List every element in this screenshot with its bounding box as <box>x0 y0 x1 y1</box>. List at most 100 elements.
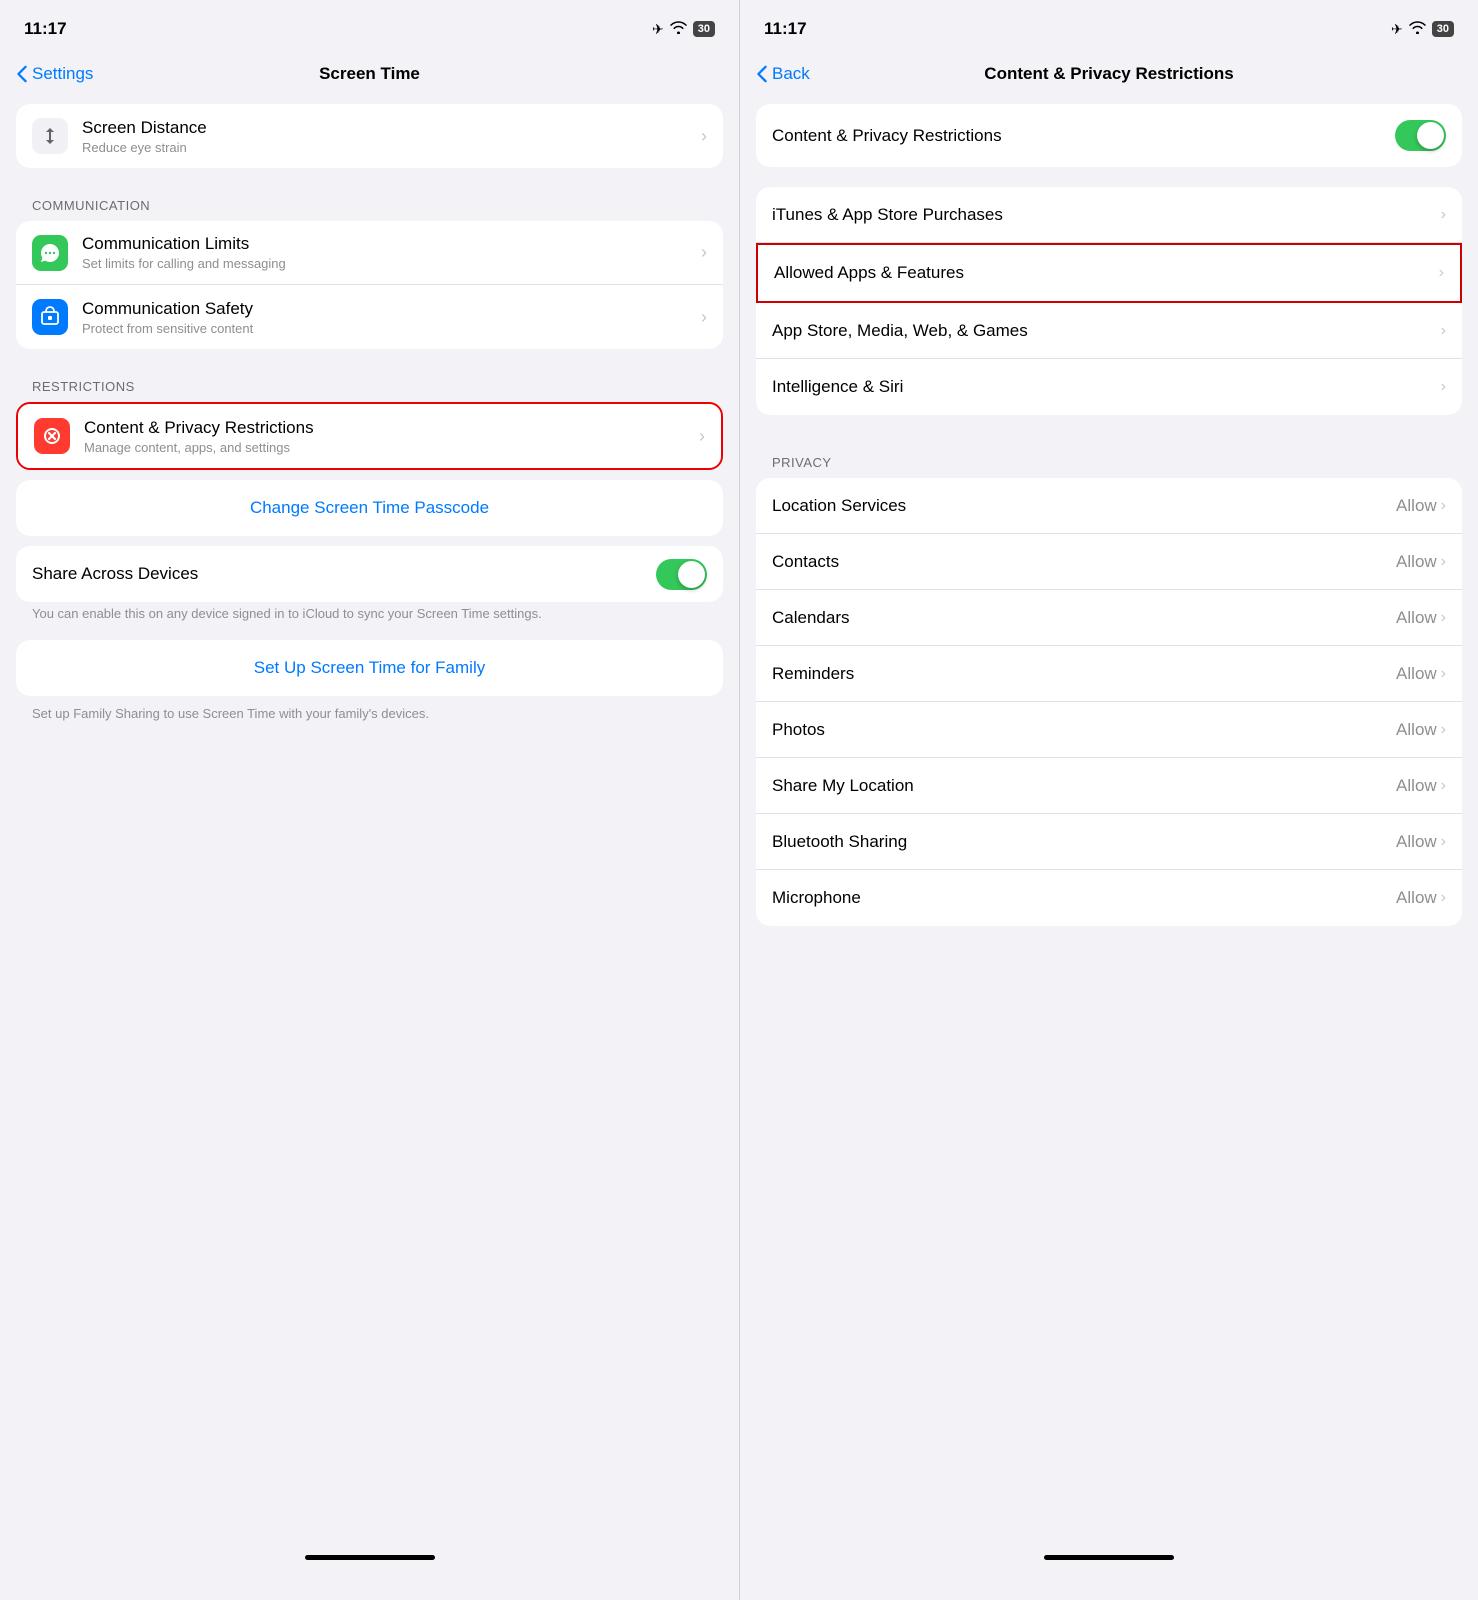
bluetooth-item[interactable]: Bluetooth Sharing Allow › <box>756 814 1462 870</box>
comm-limits-title: Communication Limits <box>82 234 693 254</box>
status-icons-left: ✈ 30 <box>652 21 715 38</box>
change-passcode-btn[interactable]: Change Screen Time Passcode <box>32 498 707 518</box>
bluetooth-title: Bluetooth Sharing <box>772 832 907 852</box>
comm-limits-subtitle: Set limits for calling and messaging <box>82 256 693 271</box>
itunes-chevron: › <box>1441 206 1446 224</box>
comm-safety-chevron: › <box>701 307 707 328</box>
battery-right: 30 <box>1432 21 1454 37</box>
comm-safety-subtitle: Protect from sensitive content <box>82 321 693 336</box>
location-services-title: Location Services <box>772 496 906 516</box>
share-location-right: Allow › <box>1396 776 1446 796</box>
settings-back-button[interactable]: Settings <box>16 64 93 84</box>
setup-family-card[interactable]: Set Up Screen Time for Family <box>16 640 723 696</box>
back-label-left: Settings <box>32 64 93 84</box>
share-across-card: Share Across Devices <box>16 546 723 602</box>
screen-distance-text: Screen Distance Reduce eye strain <box>82 118 693 155</box>
bluetooth-chevron: › <box>1441 833 1446 851</box>
location-services-chevron: › <box>1441 497 1446 515</box>
share-across-toggle[interactable] <box>656 559 707 590</box>
content-privacy-toggle-row: Content & Privacy Restrictions <box>756 104 1462 167</box>
right-panel: 11:17 ✈ 30 Back Content & Privacy Restri… <box>739 0 1478 1600</box>
content-privacy-title: Content & Privacy Restrictions <box>84 418 691 438</box>
calendars-item[interactable]: Calendars Allow › <box>756 590 1462 646</box>
screen-distance-chevron: › <box>701 126 707 147</box>
nav-bar-right: Back Content & Privacy Restrictions <box>740 52 1478 104</box>
battery-left: 30 <box>693 21 715 37</box>
comm-limits-icon <box>32 235 68 271</box>
status-bar-right: 11:17 ✈ 30 <box>740 0 1478 52</box>
change-passcode-card[interactable]: Change Screen Time Passcode <box>16 480 723 536</box>
share-across-note: You can enable this on any device signed… <box>32 604 707 624</box>
screen-distance-card[interactable]: Screen Distance Reduce eye strain › <box>16 104 723 168</box>
content-privacy-toggle-title: Content & Privacy Restrictions <box>772 126 1002 146</box>
content-privacy-icon <box>34 418 70 454</box>
photos-value: Allow <box>1396 720 1437 740</box>
communication-card: Communication Limits Set limits for call… <box>16 221 723 349</box>
wifi-icon-left <box>670 21 687 37</box>
content-privacy-chevron: › <box>699 426 705 447</box>
content-privacy-subtitle: Manage content, apps, and settings <box>84 440 691 455</box>
allowed-apps-title: Allowed Apps & Features <box>774 263 964 283</box>
status-time-left: 11:17 <box>24 19 67 39</box>
right-nav-title: Content & Privacy Restrictions <box>984 64 1233 84</box>
share-location-value: Allow <box>1396 776 1437 796</box>
siri-chevron: › <box>1441 378 1446 396</box>
airplane-icon-right: ✈ <box>1391 21 1403 38</box>
communication-section-label: COMMUNICATION <box>0 178 739 221</box>
privacy-items-card: Location Services Allow › Contacts Allow… <box>756 478 1462 926</box>
siri-title: Intelligence & Siri <box>772 377 903 397</box>
status-time-right: 11:17 <box>764 19 807 39</box>
bluetooth-value: Allow <box>1396 832 1437 852</box>
contacts-item[interactable]: Contacts Allow › <box>756 534 1462 590</box>
home-indicator-right <box>1044 1555 1174 1560</box>
left-nav-title: Screen Time <box>319 64 420 84</box>
siri-item[interactable]: Intelligence & Siri › <box>756 359 1462 415</box>
calendars-chevron: › <box>1441 609 1446 627</box>
appstore-media-title: App Store, Media, Web, & Games <box>772 321 1028 341</box>
microphone-chevron: › <box>1441 889 1446 907</box>
location-services-item[interactable]: Location Services Allow › <box>756 478 1462 534</box>
appstore-media-chevron: › <box>1441 322 1446 340</box>
microphone-item[interactable]: Microphone Allow › <box>756 870 1462 926</box>
bluetooth-right: Allow › <box>1396 832 1446 852</box>
allowed-apps-chevron: › <box>1439 264 1444 282</box>
airplane-icon-left: ✈ <box>652 21 664 38</box>
microphone-right: Allow › <box>1396 888 1446 908</box>
photos-right: Allow › <box>1396 720 1446 740</box>
reminders-title: Reminders <box>772 664 854 684</box>
allowed-apps-item[interactable]: Allowed Apps & Features › <box>758 245 1460 301</box>
photos-title: Photos <box>772 720 825 740</box>
itunes-item[interactable]: iTunes & App Store Purchases › <box>756 187 1462 243</box>
content-privacy-toggle[interactable] <box>1395 120 1446 151</box>
reminders-value: Allow <box>1396 664 1437 684</box>
location-services-value: Allow <box>1396 496 1437 516</box>
allowed-apps-highlighted[interactable]: Allowed Apps & Features › <box>756 243 1462 303</box>
back-button-right[interactable]: Back <box>756 64 810 84</box>
content-privacy-card[interactable]: Content & Privacy Restrictions Manage co… <box>16 402 723 470</box>
share-location-item[interactable]: Share My Location Allow › <box>756 758 1462 814</box>
content-privacy-item[interactable]: Content & Privacy Restrictions Manage co… <box>18 404 721 468</box>
status-bar-left: 11:17 ✈ 30 <box>0 0 739 52</box>
location-services-right: Allow › <box>1396 496 1446 516</box>
comm-limits-chevron: › <box>701 242 707 263</box>
itunes-title: iTunes & App Store Purchases <box>772 205 1003 225</box>
reminders-item[interactable]: Reminders Allow › <box>756 646 1462 702</box>
allowed-apps-right: › <box>1439 264 1444 282</box>
content-privacy-text: Content & Privacy Restrictions Manage co… <box>84 418 691 455</box>
setup-family-btn[interactable]: Set Up Screen Time for Family <box>32 658 707 678</box>
calendars-right: Allow › <box>1396 608 1446 628</box>
home-indicator-left <box>305 1555 435 1560</box>
wifi-icon-right <box>1409 21 1426 37</box>
photos-chevron: › <box>1441 721 1446 739</box>
nav-bar-left: Settings Screen Time <box>0 52 739 104</box>
toggle-knob-right <box>1417 122 1444 149</box>
calendars-value: Allow <box>1396 608 1437 628</box>
itunes-right: › <box>1441 206 1446 224</box>
appstore-media-item[interactable]: App Store, Media, Web, & Games › <box>756 303 1462 359</box>
left-panel: 11:17 ✈ 30 Settings Screen Time <box>0 0 739 1600</box>
communication-safety-item[interactable]: Communication Safety Protect from sensit… <box>16 285 723 349</box>
communication-limits-item[interactable]: Communication Limits Set limits for call… <box>16 221 723 285</box>
screen-distance-item[interactable]: Screen Distance Reduce eye strain › <box>16 104 723 168</box>
comm-safety-icon <box>32 299 68 335</box>
photos-item[interactable]: Photos Allow › <box>756 702 1462 758</box>
